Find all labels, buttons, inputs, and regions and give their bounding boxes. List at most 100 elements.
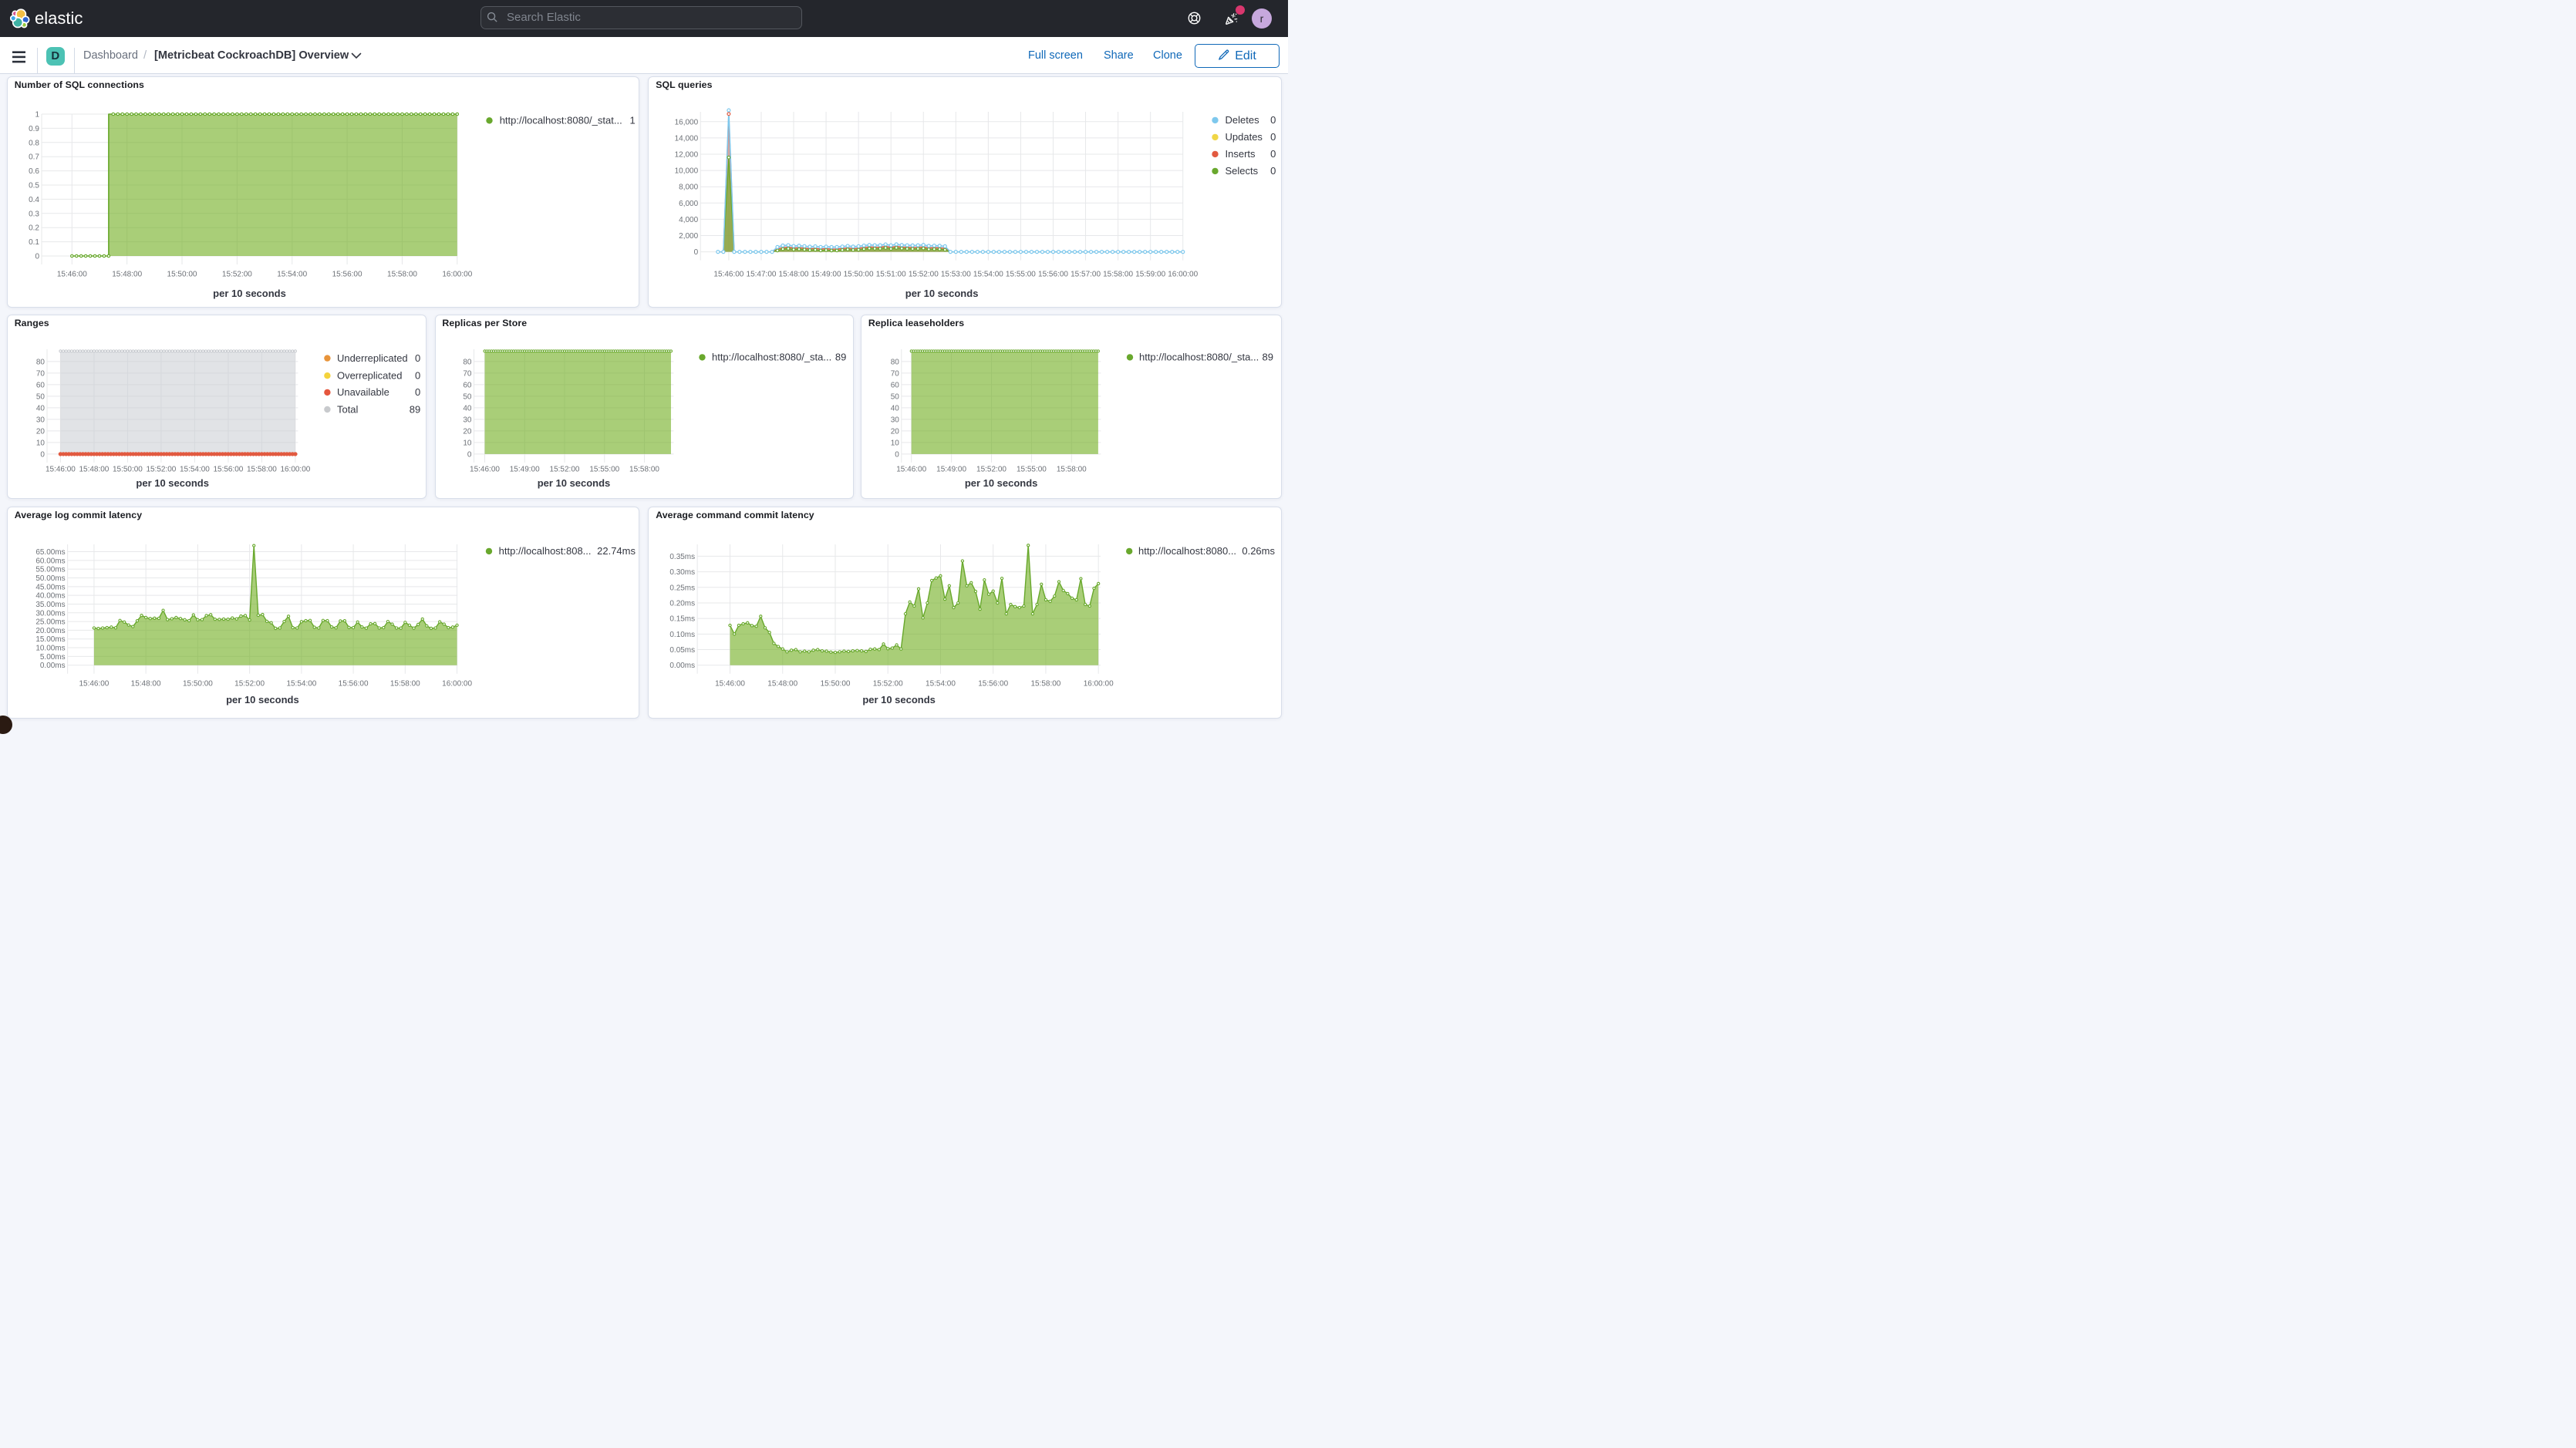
svg-text:2,000: 2,000 <box>679 232 698 241</box>
svg-text:0.05ms: 0.05ms <box>670 646 696 655</box>
svg-text:0.25ms: 0.25ms <box>670 584 696 592</box>
svg-text:15:50:00: 15:50:00 <box>844 271 874 279</box>
svg-text:60: 60 <box>36 381 46 389</box>
svg-text:0: 0 <box>415 369 420 381</box>
svg-text:per 10 seconds: per 10 seconds <box>965 476 1038 488</box>
svg-text:per 10 seconds: per 10 seconds <box>905 288 979 299</box>
svg-text:15:48:00: 15:48:00 <box>779 271 809 279</box>
svg-text:15:52:00: 15:52:00 <box>909 271 939 279</box>
svg-text:10: 10 <box>36 439 46 447</box>
svg-text:0: 0 <box>415 386 420 398</box>
svg-text:10: 10 <box>891 439 900 447</box>
svg-text:0.9: 0.9 <box>29 125 39 133</box>
svg-text:15:58:00: 15:58:00 <box>247 465 277 473</box>
svg-text:per 10 seconds: per 10 seconds <box>136 476 209 488</box>
svg-text:0: 0 <box>35 253 39 261</box>
svg-text:per 10 seconds: per 10 seconds <box>226 694 299 705</box>
svg-text:15:58:00: 15:58:00 <box>390 679 420 688</box>
svg-text:10,000: 10,000 <box>675 167 699 176</box>
svg-text:http://localhost:8080/_sta...: http://localhost:8080/_sta... <box>1139 351 1259 362</box>
svg-text:50.00ms: 50.00ms <box>35 574 65 583</box>
svg-text:8,000: 8,000 <box>679 184 698 192</box>
svg-text:15:46:00: 15:46:00 <box>714 271 744 279</box>
svg-text:16:00:00: 16:00:00 <box>1168 271 1199 279</box>
svg-text:30: 30 <box>463 416 472 424</box>
svg-text:15:50:00: 15:50:00 <box>183 679 213 688</box>
svg-text:10: 10 <box>463 439 472 447</box>
svg-text:Selects: Selects <box>1226 165 1259 177</box>
svg-text:89: 89 <box>410 403 420 415</box>
svg-text:0.6: 0.6 <box>29 167 39 176</box>
svg-text:15:50:00: 15:50:00 <box>167 271 197 279</box>
svg-text:0: 0 <box>1270 148 1276 160</box>
svg-text:10.00ms: 10.00ms <box>35 644 65 652</box>
svg-text:0.8: 0.8 <box>29 139 39 147</box>
svg-text:Overreplicated: Overreplicated <box>337 369 402 381</box>
svg-text:16:00:00: 16:00:00 <box>1084 679 1114 688</box>
svg-text:35.00ms: 35.00ms <box>35 601 65 609</box>
svg-text:http://localhost:808...: http://localhost:808... <box>498 545 591 557</box>
svg-text:Inserts: Inserts <box>1226 148 1256 160</box>
svg-text:15:48:00: 15:48:00 <box>79 465 109 473</box>
svg-text:80: 80 <box>891 358 900 366</box>
svg-text:70: 70 <box>463 369 472 378</box>
svg-text:50: 50 <box>463 392 472 401</box>
svg-text:0: 0 <box>40 450 45 459</box>
svg-text:40.00ms: 40.00ms <box>35 591 65 600</box>
svg-text:15:53:00: 15:53:00 <box>941 271 971 279</box>
svg-text:0: 0 <box>415 352 420 363</box>
svg-text:Deletes: Deletes <box>1226 114 1260 126</box>
svg-text:45.00ms: 45.00ms <box>35 583 65 591</box>
svg-text:0.26ms: 0.26ms <box>1242 545 1276 557</box>
svg-text:1: 1 <box>629 115 635 126</box>
svg-text:20.00ms: 20.00ms <box>35 627 65 635</box>
svg-text:15:54:00: 15:54:00 <box>286 679 316 688</box>
svg-text:15:52:00: 15:52:00 <box>549 465 579 473</box>
svg-text:15:54:00: 15:54:00 <box>180 465 210 473</box>
svg-text:0.5: 0.5 <box>29 182 39 190</box>
svg-text:15:54:00: 15:54:00 <box>277 271 307 279</box>
svg-text:16:00:00: 16:00:00 <box>442 271 472 279</box>
svg-text:15:55:00: 15:55:00 <box>1006 271 1036 279</box>
svg-text:80: 80 <box>463 358 472 366</box>
svg-text:Updates: Updates <box>1226 131 1263 143</box>
svg-text:15:58:00: 15:58:00 <box>629 465 659 473</box>
svg-text:15:49:00: 15:49:00 <box>509 465 539 473</box>
svg-text:65.00ms: 65.00ms <box>35 548 65 557</box>
svg-text:12,000: 12,000 <box>675 151 699 160</box>
svg-text:15:52:00: 15:52:00 <box>873 679 903 688</box>
svg-text:15:48:00: 15:48:00 <box>768 679 798 688</box>
svg-text:6,000: 6,000 <box>679 200 698 208</box>
svg-text:15:56:00: 15:56:00 <box>1038 271 1068 279</box>
svg-text:15:56:00: 15:56:00 <box>338 679 368 688</box>
svg-text:15:49:00: 15:49:00 <box>811 271 841 279</box>
svg-text:40: 40 <box>463 404 472 413</box>
svg-text:20: 20 <box>36 427 46 436</box>
svg-text:22.74ms: 22.74ms <box>597 545 636 557</box>
svg-text:15:50:00: 15:50:00 <box>821 679 851 688</box>
svg-text:15:52:00: 15:52:00 <box>222 271 252 279</box>
svg-text:25.00ms: 25.00ms <box>35 618 65 626</box>
svg-text:per 10 seconds: per 10 seconds <box>863 694 936 705</box>
svg-text:60: 60 <box>463 381 472 389</box>
svg-text:14,000: 14,000 <box>675 134 699 143</box>
svg-text:0: 0 <box>1270 131 1276 143</box>
svg-text:0.15ms: 0.15ms <box>670 615 696 623</box>
svg-text:Underreplicated: Underreplicated <box>337 352 408 363</box>
svg-text:0: 0 <box>895 450 899 459</box>
svg-text:40: 40 <box>36 404 46 413</box>
svg-text:15:56:00: 15:56:00 <box>332 271 362 279</box>
svg-text:15:46:00: 15:46:00 <box>79 679 109 688</box>
svg-text:16:00:00: 16:00:00 <box>442 679 472 688</box>
svg-text:16:00:00: 16:00:00 <box>280 465 310 473</box>
svg-text:30.00ms: 30.00ms <box>35 609 65 618</box>
svg-text:50: 50 <box>36 392 46 401</box>
svg-text:Total: Total <box>337 403 359 415</box>
svg-text:0: 0 <box>1270 114 1276 126</box>
svg-text:89: 89 <box>1263 351 1273 362</box>
svg-text:15:57:00: 15:57:00 <box>1071 271 1101 279</box>
svg-text:60: 60 <box>891 381 900 389</box>
svg-text:50: 50 <box>891 392 900 401</box>
svg-text:http://localhost:8080...: http://localhost:8080... <box>1138 545 1236 557</box>
svg-text:20: 20 <box>463 427 472 436</box>
